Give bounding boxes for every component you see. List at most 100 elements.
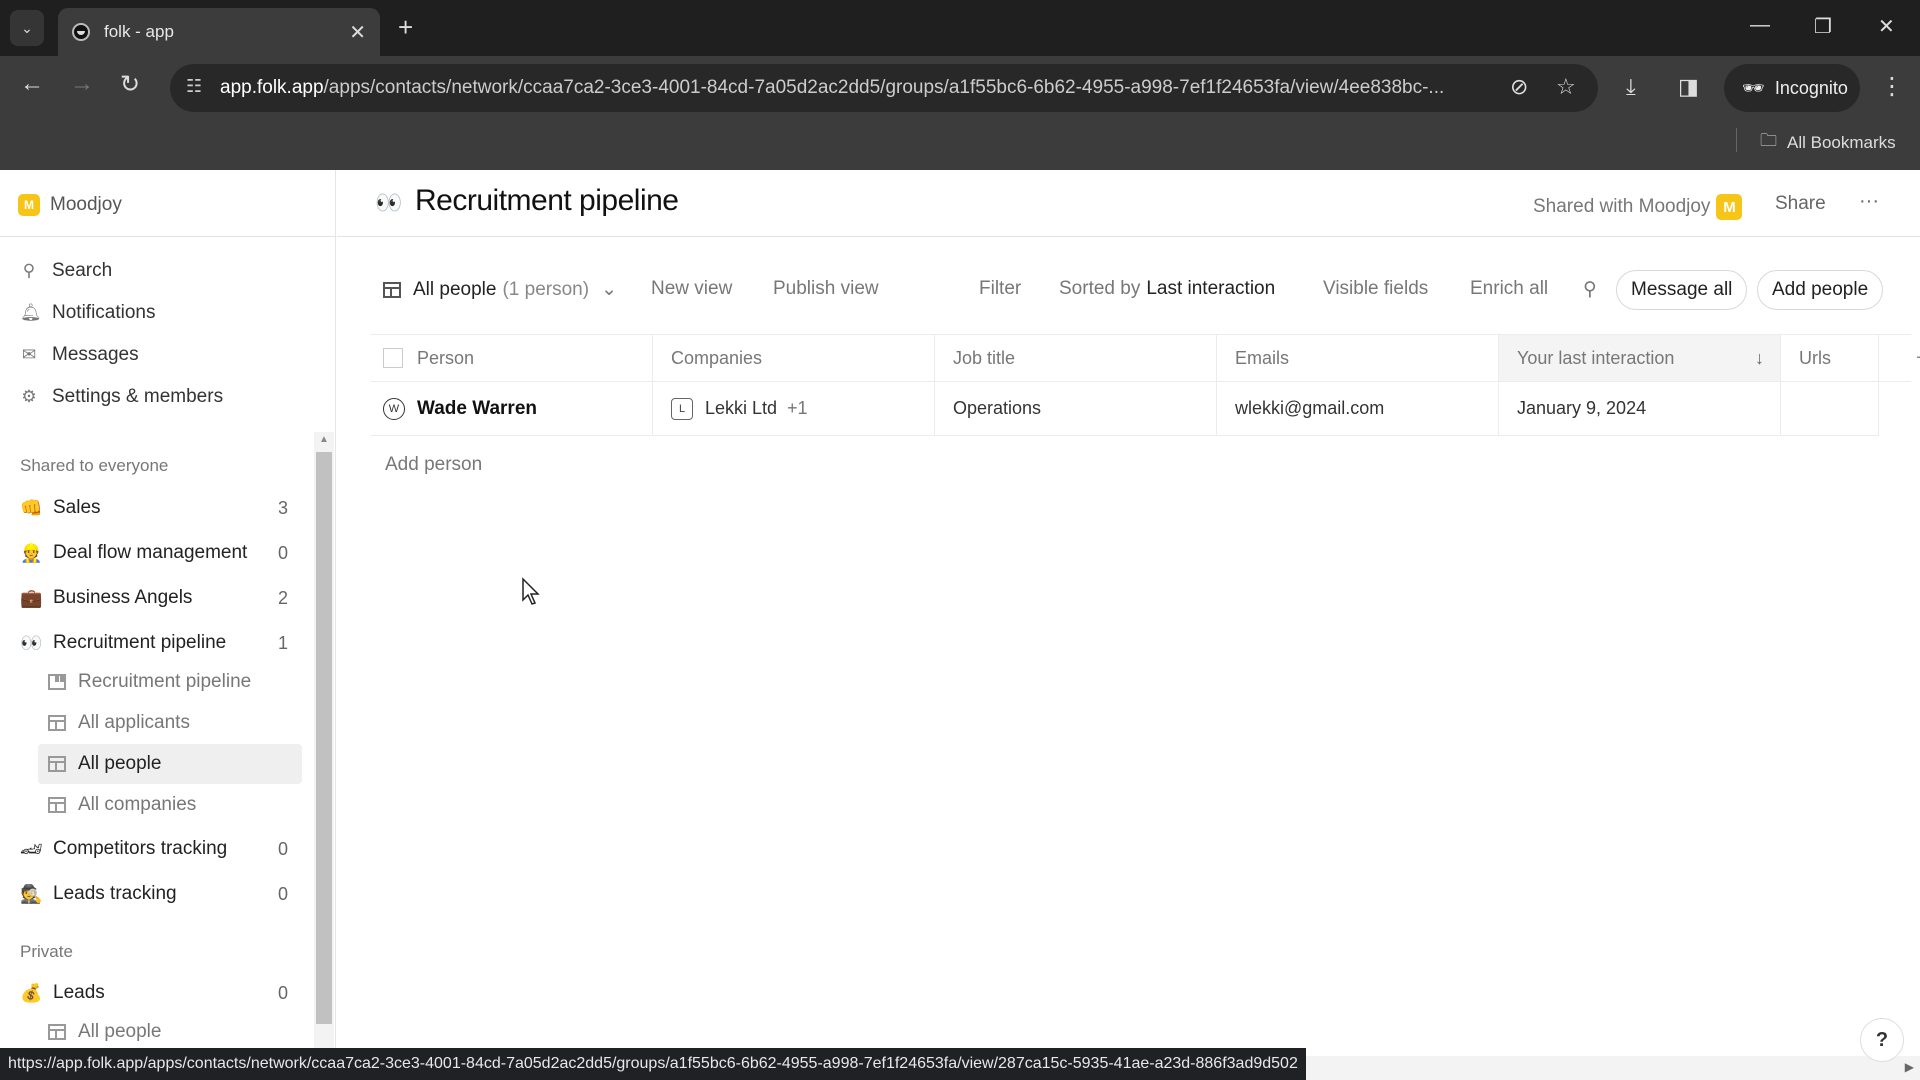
sidebar-group-recruitment[interactable]: 👀 Recruitment pipeline 1 (20, 625, 288, 661)
workspace-switcher[interactable]: M Moodjoy (18, 194, 122, 216)
cell-companies[interactable]: L Lekki Ltd +1 (653, 382, 935, 435)
cell-last-interaction[interactable]: January 9, 2024 (1499, 382, 1781, 435)
sidebar-item-label: Search (52, 260, 113, 281)
sidebar-scroll-thumb[interactable] (316, 452, 332, 1024)
tab-search-button[interactable]: ⌄ (10, 10, 44, 46)
minimize-icon[interactable]: — (1750, 14, 1770, 37)
select-all-checkbox[interactable] (383, 348, 403, 368)
sidebar-view-all-companies[interactable]: All companies (38, 785, 302, 825)
page-header: 👀 Recruitment pipeline Shared with Moodj… (337, 170, 1920, 237)
shared-with-indicator[interactable]: Shared with Moodjoy M (1533, 194, 1743, 220)
sidebar-group-deal-flow[interactable]: 👷 Deal flow management 0 (20, 535, 288, 571)
table-view-icon (48, 756, 66, 772)
sidebar-view-leads-all-people[interactable]: All people (38, 1012, 302, 1052)
table-row[interactable]: W Wade Warren L Lekki Ltd +1 Operations … (371, 382, 1879, 436)
sort-prefix: Sorted by (1059, 278, 1141, 299)
scroll-up-icon[interactable]: ▲ (319, 434, 329, 445)
cell-person[interactable]: W Wade Warren (371, 382, 653, 435)
company-name[interactable]: Lekki Ltd (705, 398, 777, 419)
browser-tab[interactable]: folk - app ✕ (58, 8, 380, 56)
sidebar-view-all-people[interactable]: All people (38, 744, 302, 784)
sidebar: M Moodjoy ⚲ Search 🔔︎ Notifications ✉ Me… (0, 170, 336, 1080)
group-count: 0 (277, 542, 288, 563)
add-column-icon[interactable]: + (1916, 347, 1920, 370)
briefcase-icon: 💼 (20, 587, 43, 608)
column-emails[interactable]: Emails (1217, 335, 1499, 381)
star-icon[interactable]: ☆ (1556, 74, 1576, 100)
group-label: Competitors tracking (53, 838, 228, 859)
cell-job-title[interactable]: Operations (935, 382, 1217, 435)
new-view-button[interactable]: New view (651, 278, 732, 300)
group-label: Business Angels (53, 587, 193, 608)
browser-menu-icon[interactable]: ⋮ (1880, 72, 1904, 101)
sidebar-group-leads[interactable]: 💰 Leads 0 (20, 975, 288, 1011)
window-close-icon[interactable]: ✕ (1878, 14, 1895, 39)
sidebar-item-settings[interactable]: ⚙ Settings & members (20, 386, 223, 408)
column-companies[interactable]: Companies (653, 335, 935, 381)
add-person-button[interactable]: Add person (385, 454, 482, 476)
address-bar[interactable]: ☷ app.folk.app/apps/contacts/network/cca… (170, 64, 1598, 112)
group-label: Leads tracking (53, 883, 177, 904)
person-name[interactable]: Wade Warren (417, 398, 537, 420)
all-bookmarks-label: All Bookmarks (1787, 132, 1896, 152)
column-last-interaction[interactable]: Your last interaction ↓ (1499, 335, 1781, 381)
workspace-name: Moodjoy (50, 194, 122, 215)
more-companies-count[interactable]: +1 (787, 398, 808, 419)
shared-with-label: Shared with Moodjoy (1533, 196, 1711, 217)
sidebar-view-recruitment-pipeline[interactable]: Recruitment pipeline (38, 662, 302, 702)
column-job-title[interactable]: Job title (935, 335, 1217, 381)
job-title-value: Operations (953, 398, 1042, 418)
sidebar-scrollbar[interactable]: ▲ (314, 432, 334, 1072)
last-interaction-value: January 9, 2024 (1517, 398, 1647, 418)
sidebar-group-business-angels[interactable]: 💼 Business Angels 2 (20, 580, 288, 616)
table-view-icon (48, 1024, 66, 1040)
view-selector[interactable]: All people (1 person) ⌄ (383, 278, 617, 301)
cell-urls[interactable] (1781, 382, 1879, 435)
search-icon[interactable]: ⚲ (1583, 278, 1597, 301)
add-people-button[interactable]: Add people (1757, 270, 1884, 310)
column-urls[interactable]: Urls (1781, 335, 1879, 381)
share-button[interactable]: Share (1775, 193, 1826, 215)
reload-icon[interactable]: ↻ (120, 70, 140, 99)
sort-button[interactable]: Sorted by Last interaction (1059, 278, 1275, 300)
sidebar-view-all-applicants[interactable]: All applicants (38, 703, 302, 743)
page-title: Recruitment pipeline (415, 184, 679, 217)
column-label: Job title (953, 347, 1016, 368)
group-label: Leads (53, 982, 105, 1003)
eye-off-icon[interactable]: ⊘ (1510, 74, 1528, 100)
all-bookmarks-button[interactable]: 🗀 All Bookmarks (1760, 128, 1896, 157)
filter-button[interactable]: Filter (979, 278, 1021, 300)
column-label: Your last interaction (1517, 347, 1675, 368)
folk-favicon-icon (72, 23, 90, 41)
publish-view-button[interactable]: Publish view (773, 278, 879, 300)
download-icon[interactable]: ⤓ (1626, 74, 1636, 100)
sidebar-item-search[interactable]: ⚲ Search (20, 260, 112, 282)
visible-fields-button[interactable]: Visible fields (1323, 278, 1428, 300)
url-host: app.folk.app (220, 77, 324, 98)
back-icon[interactable]: ← (20, 70, 44, 98)
message-all-button[interactable]: Message all (1616, 270, 1748, 310)
sidebar-group-competitors[interactable]: 🏎 Competitors tracking 0 (20, 831, 288, 867)
site-settings-icon[interactable]: ☷ (186, 76, 202, 97)
restore-icon[interactable]: ❐ (1814, 14, 1832, 39)
cell-email[interactable]: wlekki@gmail.com (1217, 382, 1499, 435)
sidebar-item-messages[interactable]: ✉ Messages (20, 344, 139, 366)
more-options-icon[interactable]: ··· (1859, 190, 1879, 213)
column-person[interactable]: Person (371, 335, 653, 381)
group-count: 0 (277, 982, 288, 1003)
sidebar-group-sales[interactable]: 👊 Sales 3 (20, 490, 288, 526)
eyes-icon: 👀 (20, 632, 43, 653)
new-tab-icon[interactable]: + (398, 12, 413, 43)
enrich-all-button[interactable]: Enrich all (1470, 278, 1548, 300)
scroll-right-icon[interactable]: ▶ (1905, 1060, 1914, 1074)
sidebar-group-leads-tracking[interactable]: 🕵 Leads tracking 0 (20, 876, 288, 912)
tab-close-icon[interactable]: ✕ (349, 20, 366, 45)
link-status-bar: https://app.folk.app/apps/contacts/netwo… (0, 1048, 1306, 1080)
side-panel-icon[interactable]: ◨ (1678, 74, 1699, 100)
workspace-badge: M (18, 194, 40, 216)
incognito-badge[interactable]: 🕶 Incognito (1724, 64, 1860, 112)
sidebar-item-notifications[interactable]: 🔔︎ Notifications (20, 302, 156, 324)
help-button[interactable]: ? (1860, 1018, 1904, 1062)
forward-icon[interactable]: → (70, 70, 94, 98)
view-label: Recruitment pipeline (78, 671, 252, 692)
